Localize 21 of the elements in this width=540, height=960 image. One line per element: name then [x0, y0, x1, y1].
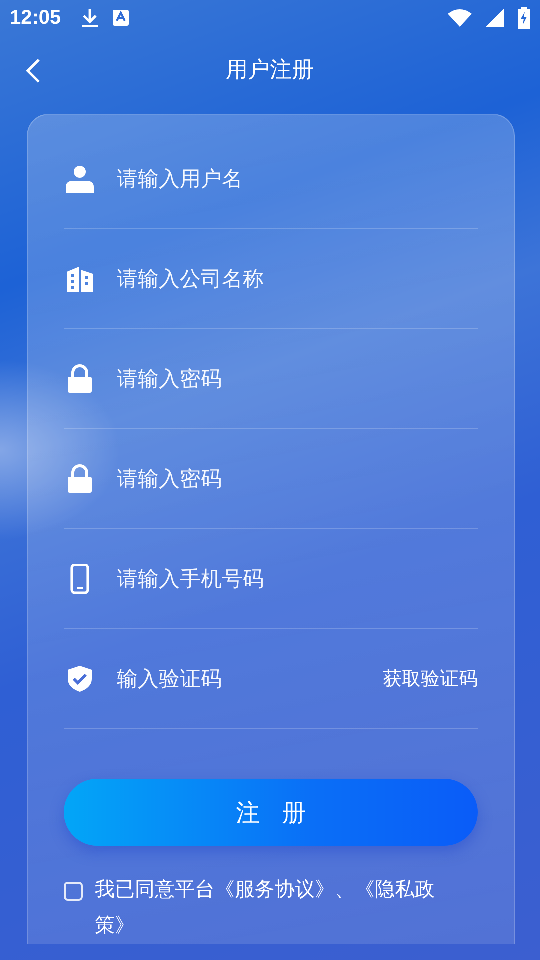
- battery-icon: [518, 7, 530, 29]
- signal-icon: [486, 9, 504, 27]
- input-field[interactable]: 请输入密码: [117, 360, 478, 396]
- shield-check-icon: [65, 664, 95, 694]
- status-time: 12:05: [10, 6, 62, 30]
- download-icon: [81, 8, 100, 28]
- input-field[interactable]: 请输入用户名: [117, 160, 478, 196]
- page-title: 用户注册: [226, 57, 314, 85]
- agreement-text: 我已同意平台《服务协议》、《隐私政策》: [95, 876, 436, 939]
- input-field[interactable]: 请输入手机号码: [117, 560, 478, 596]
- agreement-checkbox[interactable]: [64, 882, 83, 901]
- register-button[interactable]: 注 册: [64, 779, 478, 846]
- lock-icon: [65, 364, 95, 394]
- get-code-button[interactable]: 获取验证码: [383, 662, 478, 696]
- user-icon: [65, 164, 95, 194]
- wifi-icon: [448, 9, 472, 27]
- input-field[interactable]: 输入验证码: [117, 660, 361, 696]
- keyboard-icon: [113, 10, 130, 26]
- input-field[interactable]: 请输入密码: [117, 460, 478, 496]
- lock-icon: [65, 464, 95, 494]
- input-field[interactable]: 请输入公司名称: [117, 260, 478, 296]
